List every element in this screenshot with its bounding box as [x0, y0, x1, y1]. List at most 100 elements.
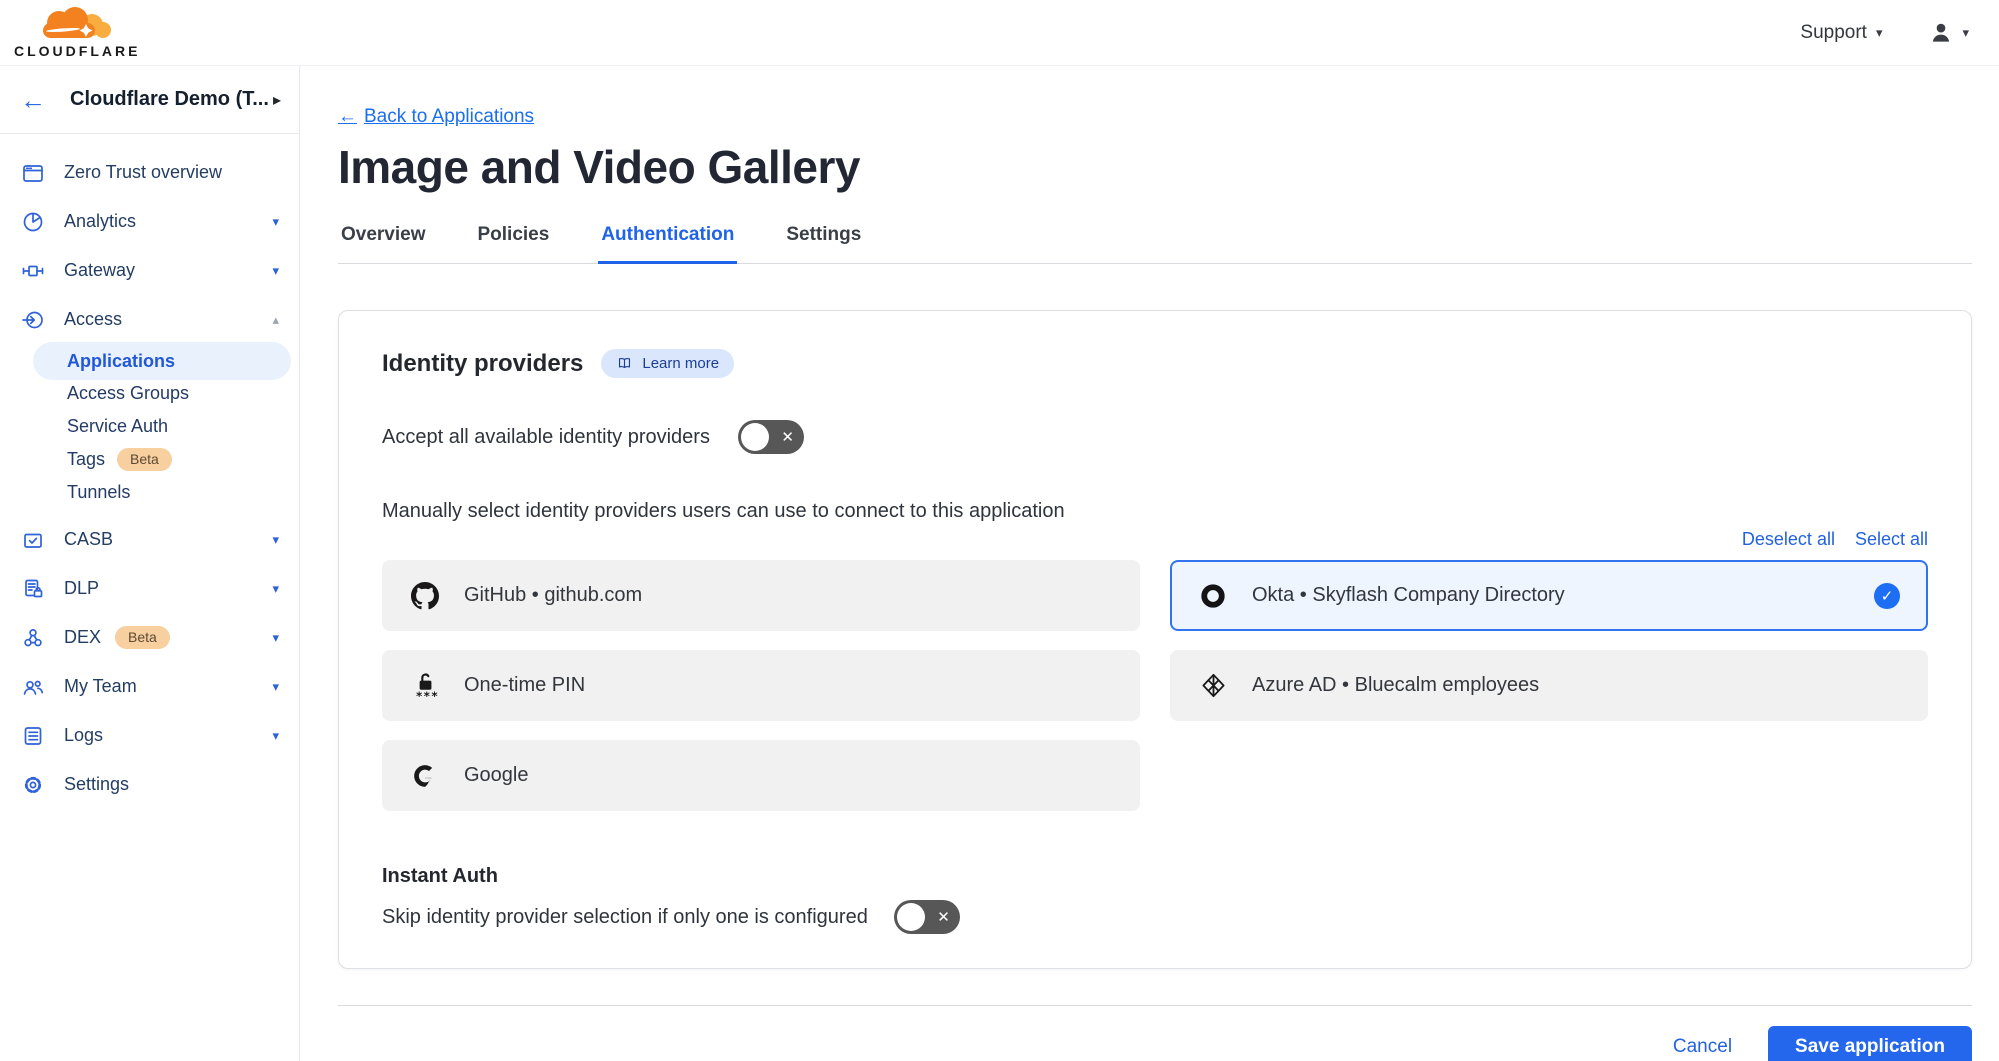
provider-label: Azure AD • Bluecalm employees	[1252, 674, 1539, 697]
selection-links-row: Deselect all Select all	[382, 529, 1928, 550]
toggle-knob	[897, 903, 925, 931]
sidebar-item-analytics[interactable]: Analytics ▾	[0, 197, 299, 246]
sidebar-item-tunnels[interactable]: Tunnels	[33, 476, 291, 509]
brand-text: CLOUDFLARE	[14, 44, 140, 58]
support-menu[interactable]: Support ▾	[1800, 22, 1882, 44]
sidebar-item-label: Analytics	[64, 211, 136, 232]
back-to-applications-link[interactable]: ← Back to Applications	[338, 106, 534, 128]
account-name: Cloudflare Demo (T...	[70, 88, 273, 111]
card-heading-row: Identity providers Learn more	[382, 349, 1928, 378]
account-row: ← Cloudflare Demo (T... ▸	[0, 66, 299, 134]
network-nodes-icon	[20, 625, 46, 651]
support-label: Support	[1800, 22, 1867, 44]
toggle-x-icon: ✕	[781, 428, 794, 446]
sidebar-item-access-groups[interactable]: Access Groups	[33, 377, 291, 410]
login-arrow-icon	[20, 307, 46, 333]
deselect-all-link[interactable]: Deselect all	[1742, 529, 1835, 550]
sidebar-item-dex[interactable]: DEX Beta ▾	[0, 613, 299, 662]
sidebar-item-label: Access	[64, 309, 122, 330]
providers-grid: GitHub • github.com Okta • Skyflash Comp…	[382, 560, 1928, 811]
cloudflare-cloud-icon	[29, 7, 125, 43]
provider-label: GitHub • github.com	[464, 584, 642, 607]
pie-chart-icon	[20, 209, 46, 235]
card-heading: Identity providers	[382, 350, 583, 378]
page-title: Image and Video Gallery	[338, 140, 1972, 194]
back-arrow-icon[interactable]: ←	[20, 87, 46, 113]
sidebar-item-settings[interactable]: Settings	[0, 760, 299, 809]
tab-bar: Overview Policies Authentication Setting…	[338, 218, 1972, 264]
tab-settings[interactable]: Settings	[783, 218, 864, 264]
sidebar-item-label: Settings	[64, 774, 129, 795]
manual-select-text: Manually select identity providers users…	[382, 500, 1928, 523]
one-time-pin-icon: ****	[410, 671, 440, 701]
sidebar-item-label: DLP	[64, 578, 99, 599]
okta-icon	[1198, 581, 1228, 611]
provider-label: One-time PIN	[464, 674, 585, 697]
provider-tile-okta[interactable]: Okta • Skyflash Company Directory ✓	[1170, 560, 1928, 631]
provider-tile-azure-ad[interactable]: Azure AD • Bluecalm employees	[1170, 650, 1928, 721]
github-icon	[410, 581, 440, 611]
select-all-link[interactable]: Select all	[1855, 529, 1928, 550]
accept-all-label: Accept all available identity providers	[382, 426, 710, 449]
save-application-button[interactable]: Save application	[1768, 1026, 1972, 1061]
footer-actions: Cancel Save application	[338, 1026, 1972, 1061]
sidebar-item-label: Gateway	[64, 260, 135, 281]
caret-down-icon: ▾	[272, 214, 279, 230]
cloudflare-logo[interactable]: CLOUDFLARE	[14, 7, 140, 58]
sidebar-item-access[interactable]: Access ▴	[0, 295, 299, 344]
caret-down-icon: ▾	[272, 679, 279, 695]
sidebar-item-my-team[interactable]: My Team ▾	[0, 662, 299, 711]
sidebar-item-applications[interactable]: Applications	[33, 342, 291, 380]
sidebar-item-dlp[interactable]: DLP ▾	[0, 564, 299, 613]
sidebar-item-label: Zero Trust overview	[64, 162, 222, 183]
provider-tile-github[interactable]: GitHub • github.com	[382, 560, 1140, 631]
box-check-icon	[20, 527, 46, 553]
instant-auth-toggle[interactable]: ✕	[894, 900, 960, 934]
main-content: ← Back to Applications Image and Video G…	[300, 66, 1999, 1061]
instant-auth-label: Skip identity provider selection if only…	[382, 906, 868, 929]
sidebar-item-label: CASB	[64, 529, 113, 550]
user-menu[interactable]: ▾	[1928, 20, 1969, 46]
sidebar-item-casb[interactable]: CASB ▾	[0, 515, 299, 564]
sidebar: ← Cloudflare Demo (T... ▸ Zero Trust ove…	[0, 66, 300, 1061]
toggle-knob	[741, 423, 769, 451]
account-expand-icon[interactable]: ▸	[273, 90, 281, 110]
tab-overview[interactable]: Overview	[338, 218, 429, 264]
cancel-button[interactable]: Cancel	[1673, 1036, 1732, 1058]
people-icon	[20, 674, 46, 700]
sidebar-item-tags[interactable]: Tags Beta	[33, 443, 291, 476]
caret-down-icon: ▾	[272, 263, 279, 279]
sidebar-item-zero-trust-overview[interactable]: Zero Trust overview	[0, 148, 299, 197]
header-right: Support ▾ ▾	[1800, 20, 1969, 46]
provider-tile-one-time-pin[interactable]: **** One-time PIN	[382, 650, 1140, 721]
user-icon	[1928, 20, 1954, 46]
provider-label: Google	[464, 764, 529, 787]
sidebar-subitem-label: Tunnels	[67, 482, 130, 503]
provider-label: Okta • Skyflash Company Directory	[1252, 584, 1565, 607]
sidebar-item-label: Logs	[64, 725, 103, 746]
selected-check-icon: ✓	[1874, 583, 1900, 609]
list-document-icon	[20, 723, 46, 749]
book-icon	[616, 355, 633, 372]
tab-authentication[interactable]: Authentication	[598, 218, 737, 264]
sidebar-subitem-label: Tags	[67, 449, 105, 470]
instant-auth-heading: Instant Auth	[382, 865, 1928, 888]
document-lock-icon	[20, 576, 46, 602]
identity-providers-card: Identity providers Learn more Accept all…	[338, 310, 1972, 969]
learn-more-chip[interactable]: Learn more	[601, 349, 734, 378]
svg-text:****: ****	[416, 688, 438, 700]
sidebar-item-label: DEX	[64, 627, 101, 648]
sidebar-subitem-label: Access Groups	[67, 383, 189, 404]
provider-tile-google[interactable]: Google	[382, 740, 1140, 811]
sidebar-item-service-auth[interactable]: Service Auth	[33, 410, 291, 443]
sidebar-item-logs[interactable]: Logs ▾	[0, 711, 299, 760]
sidebar-item-gateway[interactable]: Gateway ▾	[0, 246, 299, 295]
tab-policies[interactable]: Policies	[475, 218, 553, 264]
caret-down-icon: ▾	[272, 630, 279, 646]
footer-divider	[338, 1005, 1972, 1006]
accept-all-row: Accept all available identity providers …	[382, 420, 1928, 454]
sidebar-subitem-label: Applications	[67, 351, 175, 372]
toggle-x-icon: ✕	[937, 908, 950, 926]
caret-up-icon: ▴	[272, 312, 279, 328]
accept-all-toggle[interactable]: ✕	[738, 420, 804, 454]
